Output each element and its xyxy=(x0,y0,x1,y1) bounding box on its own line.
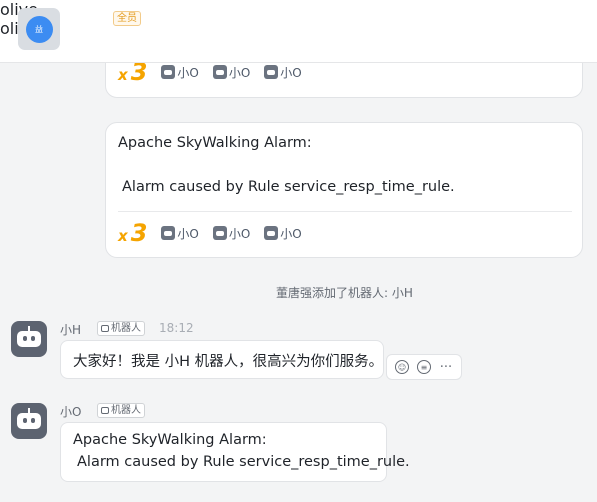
reactor-avatar-icon xyxy=(212,65,227,79)
more-icon[interactable]: ··· xyxy=(435,356,457,378)
robot-tag-icon xyxy=(101,325,109,332)
group-avatar[interactable]: 益 xyxy=(18,8,60,50)
reactor[interactable]: 小O xyxy=(161,64,199,81)
bot-avatar-h[interactable] xyxy=(11,321,47,357)
reactor-avatar-icon xyxy=(212,226,227,240)
reactor-avatar-icon xyxy=(264,65,279,79)
reactor[interactable]: 小O xyxy=(212,64,250,81)
robot-tag-icon xyxy=(101,407,109,414)
bot-tag: 机器人 xyxy=(97,403,145,418)
reactor-avatar-icon xyxy=(264,226,279,240)
reaction-count[interactable]: x 3 xyxy=(118,219,147,247)
alarm-title: Apache SkyWalking Alarm: xyxy=(118,135,312,151)
robot-icon xyxy=(17,413,41,429)
reactor[interactable]: 小O xyxy=(264,64,302,81)
message-text-line1: Apache SkyWalking Alarm: xyxy=(73,432,267,448)
reaction-row: x 3 小O 小O 小O xyxy=(118,219,302,247)
message-card-alarm: Apache SkyWalking Alarm: Alarm caused by… xyxy=(105,122,583,258)
message-text-line2: Alarm caused by Rule service_resp_time_r… xyxy=(77,454,410,470)
message-bubble: 大家好！我是 小H 机器人，很高兴为你们服务。 xyxy=(60,340,384,379)
reactor-avatar-icon xyxy=(161,65,176,79)
alarm-detail: Alarm caused by Rule service_resp_time_r… xyxy=(122,179,455,195)
reactor[interactable]: 小O xyxy=(212,225,250,242)
bot-avatar-o[interactable] xyxy=(11,403,47,439)
system-message: 董唐强添加了机器人: 小H xyxy=(276,286,413,300)
group-title[interactable]: olive xyxy=(0,0,597,19)
group-avatar-icon: 益 xyxy=(25,15,53,43)
bot-tag: 机器人 xyxy=(97,321,145,336)
card-divider xyxy=(118,211,572,212)
sender-name[interactable]: 小O xyxy=(60,403,81,420)
reactor-avatar-icon xyxy=(161,226,176,240)
message-bubble: Apache SkyWalking Alarm: Alarm caused by… xyxy=(60,422,410,482)
sender-name[interactable]: 小H xyxy=(60,321,81,338)
group-subtitle: olive xyxy=(0,19,597,38)
message-text: 大家好！我是 小H 机器人，很高兴为你们服务。 xyxy=(73,354,384,370)
emoji-icon[interactable]: ☺ xyxy=(391,356,413,378)
message-action-bar: ☺ ≡ ··· xyxy=(386,354,462,380)
message-time: 18:12 xyxy=(159,321,194,335)
member-badge: 全员 xyxy=(113,11,141,26)
reactor[interactable]: 小O xyxy=(264,225,302,242)
reactor[interactable]: 小O xyxy=(161,225,199,242)
robot-icon xyxy=(17,331,41,347)
reply-icon[interactable]: ≡ xyxy=(413,356,435,378)
